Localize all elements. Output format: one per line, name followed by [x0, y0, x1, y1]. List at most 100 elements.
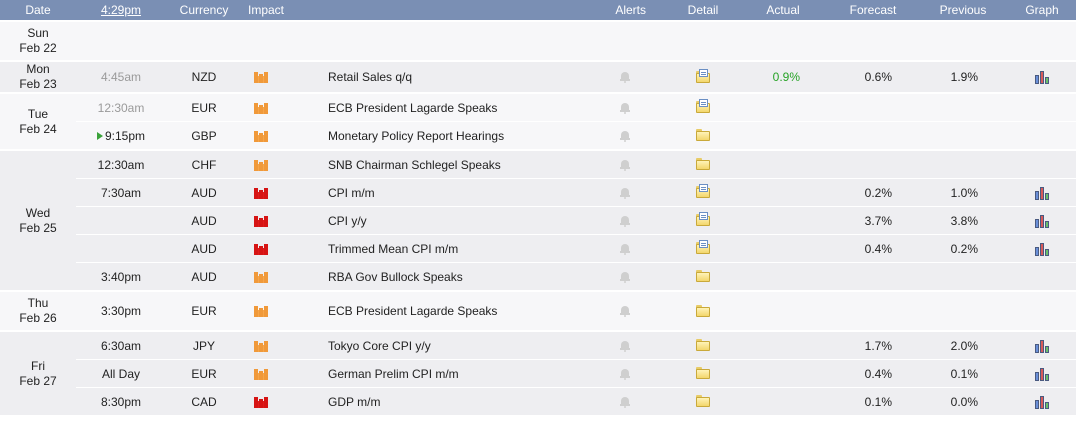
- event-title[interactable]: CPI y/y: [314, 206, 564, 235]
- col-header-currency[interactable]: Currency: [166, 0, 242, 21]
- medium-impact-icon[interactable]: [254, 102, 268, 114]
- event-detail[interactable]: [668, 92, 738, 122]
- detail-folder-icon[interactable]: [696, 158, 710, 171]
- col-header-date[interactable]: Date: [0, 0, 76, 21]
- detail-folder-icon[interactable]: [696, 367, 710, 380]
- event-impact[interactable]: [242, 206, 314, 235]
- high-impact-icon[interactable]: [254, 243, 268, 255]
- event-impact[interactable]: [242, 330, 314, 360]
- event-impact[interactable]: [242, 359, 314, 388]
- bar-chart-icon[interactable]: [1034, 214, 1050, 228]
- event-alert[interactable]: [564, 262, 668, 291]
- detail-folder-icon[interactable]: [696, 304, 710, 317]
- event-impact[interactable]: [242, 92, 314, 122]
- event-detail[interactable]: [668, 234, 738, 263]
- event-row[interactable]: 8:30pm CAD GDP m/m 0.1% 0.0%: [0, 387, 1076, 415]
- event-row[interactable]: 7:30am AUD CPI m/m 0.2% 1.0%: [0, 178, 1076, 207]
- event-graph[interactable]: [1008, 234, 1076, 263]
- event-title[interactable]: GDP m/m: [314, 387, 564, 415]
- col-header-time[interactable]: 4:29pm: [76, 0, 166, 21]
- event-impact[interactable]: [242, 262, 314, 291]
- event-row[interactable]: 3:40pm AUD RBA Gov Bullock Speaks: [0, 262, 1076, 291]
- event-detail[interactable]: [668, 387, 738, 415]
- event-alert[interactable]: [564, 178, 668, 207]
- col-header-graph[interactable]: Graph: [1008, 0, 1076, 21]
- bell-icon[interactable]: [620, 396, 630, 408]
- bell-icon[interactable]: [620, 72, 630, 84]
- event-title[interactable]: SNB Chairman Schlegel Speaks: [314, 149, 564, 179]
- event-impact[interactable]: [242, 387, 314, 415]
- bell-icon[interactable]: [620, 159, 630, 171]
- medium-impact-icon[interactable]: [254, 340, 268, 352]
- detail-document-folder-icon[interactable]: [696, 68, 710, 83]
- event-detail[interactable]: [668, 290, 738, 331]
- event-alert[interactable]: [564, 60, 668, 93]
- event-title[interactable]: RBA Gov Bullock Speaks: [314, 262, 564, 291]
- detail-folder-icon[interactable]: [696, 395, 710, 408]
- event-alert[interactable]: [564, 234, 668, 263]
- bar-chart-icon[interactable]: [1034, 395, 1050, 409]
- event-detail[interactable]: [668, 330, 738, 360]
- high-impact-icon[interactable]: [254, 215, 268, 227]
- event-alert[interactable]: [564, 92, 668, 122]
- detail-document-folder-icon[interactable]: [696, 212, 710, 227]
- event-detail[interactable]: [668, 262, 738, 291]
- bell-icon[interactable]: [620, 368, 630, 380]
- event-alert[interactable]: [564, 330, 668, 360]
- bar-chart-icon[interactable]: [1034, 71, 1050, 85]
- event-row[interactable]: Fri Feb 27 6:30am JPY Tokyo Core CPI y/y 1.7%…: [0, 330, 1076, 415]
- event-graph[interactable]: [1008, 359, 1076, 388]
- bar-chart-icon[interactable]: [1034, 186, 1050, 200]
- event-row[interactable]: 9:15pm GBP Monetary Policy Report Hearings: [0, 121, 1076, 150]
- event-row[interactable]: Thu Feb 26 3:30pm EUR ECB President Lagarde …: [0, 290, 1076, 331]
- event-impact[interactable]: [242, 290, 314, 331]
- event-title[interactable]: ECB President Lagarde Speaks: [314, 290, 564, 331]
- event-title[interactable]: Retail Sales q/q: [314, 60, 564, 93]
- event-graph[interactable]: [1008, 387, 1076, 415]
- event-alert[interactable]: [564, 121, 668, 150]
- bell-icon[interactable]: [620, 187, 630, 199]
- event-detail[interactable]: [668, 121, 738, 150]
- bell-icon[interactable]: [620, 243, 630, 255]
- detail-folder-icon[interactable]: [696, 129, 710, 142]
- col-header-alerts[interactable]: Alerts: [564, 0, 668, 21]
- event-graph[interactable]: [1008, 178, 1076, 207]
- medium-impact-icon[interactable]: [254, 271, 268, 283]
- event-title[interactable]: Trimmed Mean CPI m/m: [314, 234, 564, 263]
- bell-icon[interactable]: [620, 215, 630, 227]
- detail-document-folder-icon[interactable]: [696, 240, 710, 255]
- event-impact[interactable]: [242, 121, 314, 150]
- event-alert[interactable]: [564, 206, 668, 235]
- event-graph[interactable]: [1008, 60, 1076, 93]
- event-impact[interactable]: [242, 60, 314, 93]
- event-row[interactable]: Tue Feb 24 12:30am EUR ECB President Lagarde…: [0, 92, 1076, 150]
- detail-folder-icon[interactable]: [696, 270, 710, 283]
- event-detail[interactable]: [668, 359, 738, 388]
- event-title[interactable]: German Prelim CPI m/m: [314, 359, 564, 388]
- bell-icon[interactable]: [620, 130, 630, 142]
- event-alert[interactable]: [564, 359, 668, 388]
- event-detail[interactable]: [668, 60, 738, 93]
- medium-impact-icon[interactable]: [254, 306, 268, 318]
- bell-icon[interactable]: [620, 340, 630, 352]
- bell-icon[interactable]: [620, 271, 630, 283]
- high-impact-icon[interactable]: [254, 187, 268, 199]
- event-row[interactable]: All Day EUR German Prelim CPI m/m 0.4% 0.1%: [0, 359, 1076, 388]
- event-row[interactable]: Wed Feb 25 12:30am CHF SNB Chairman Schlegel…: [0, 149, 1076, 291]
- col-header-previous[interactable]: Previous: [918, 0, 1008, 21]
- event-row[interactable]: Mon Feb 23 4:45am NZD Retail Sales q/q 0.9% 0.…: [0, 60, 1076, 93]
- event-alert[interactable]: [564, 387, 668, 415]
- detail-document-folder-icon[interactable]: [696, 184, 710, 199]
- event-alert[interactable]: [564, 149, 668, 179]
- medium-impact-icon[interactable]: [254, 159, 268, 171]
- event-row[interactable]: AUD Trimmed Mean CPI m/m 0.4% 0.2%: [0, 234, 1076, 263]
- high-impact-icon[interactable]: [254, 396, 268, 408]
- event-impact[interactable]: [242, 149, 314, 179]
- bar-chart-icon[interactable]: [1034, 367, 1050, 381]
- bell-icon[interactable]: [620, 102, 630, 114]
- event-graph[interactable]: [1008, 206, 1076, 235]
- event-title[interactable]: ECB President Lagarde Speaks: [314, 92, 564, 122]
- event-row[interactable]: AUD CPI y/y 3.7% 3.8%: [0, 206, 1076, 235]
- bar-chart-icon[interactable]: [1034, 339, 1050, 353]
- event-impact[interactable]: [242, 234, 314, 263]
